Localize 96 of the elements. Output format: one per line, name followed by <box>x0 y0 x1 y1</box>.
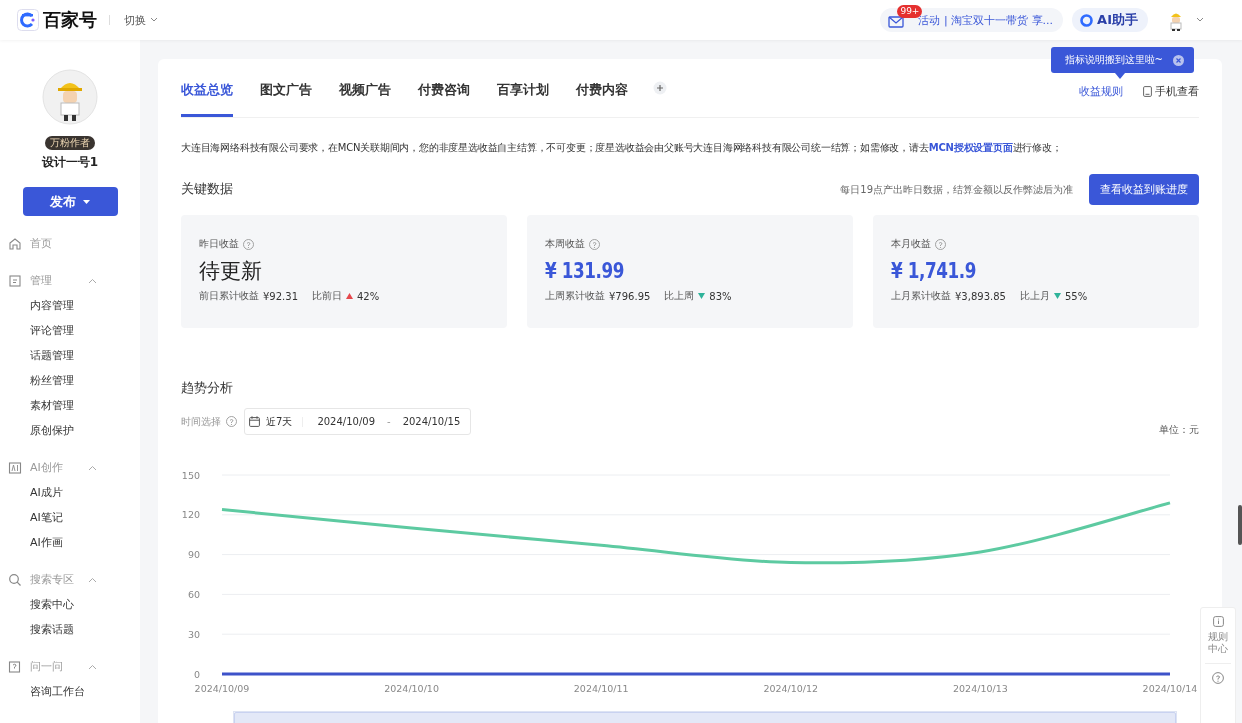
change-value: 83% <box>709 290 732 302</box>
previous-value: ¥3,893.85 <box>955 290 1006 302</box>
axis-label: 150 <box>181 469 200 481</box>
field-label: 时间选择 <box>181 414 221 429</box>
axis-label: 2024/10/11 <box>573 683 629 694</box>
previous-value: ¥92.31 <box>263 290 298 302</box>
tab[interactable]: 百享计划 <box>497 59 549 117</box>
axis-label: 0 <box>193 668 200 680</box>
chevron-down-icon <box>150 17 158 23</box>
calendar-icon <box>249 416 260 427</box>
section-title: 关键数据 <box>181 181 233 198</box>
date-separator: - <box>387 416 391 427</box>
stat-label: 本周收益 <box>545 237 585 251</box>
compare-label: 比前日 <box>312 289 342 303</box>
nav-item[interactable]: 原创保护 <box>0 418 140 443</box>
nav-item[interactable]: 咨询工作台 <box>0 679 140 704</box>
ai-assistant-button[interactable]: AI助手 <box>1072 8 1148 32</box>
nav-item[interactable]: 评论管理 <box>0 318 140 343</box>
compare-label: 比上周 <box>664 289 695 303</box>
previous-label: 上周累计收益 <box>545 289 605 303</box>
nav-item[interactable]: AI笔记 <box>0 505 140 530</box>
change-value: 42% <box>357 290 380 302</box>
author-badge: 万粉作者 <box>45 136 95 150</box>
notice-text: 大连目海网络科技有限公司要求，在MCN关联期间内，您的非度星选收益自主结算，不可变更；度星选收益会由父账号大连目海网络科技有限公司统一结算；如需修改，请去MCN授权设置页面进行修改； <box>181 141 1063 155</box>
nav-item[interactable]: AI成片 <box>0 480 140 505</box>
hint-text: 每日19点产出昨日数据，结算金额以反作弊滤后为准 <box>840 182 1073 197</box>
unit-label: 单位：元 <box>1159 423 1199 437</box>
previous-label: 前日累计收益 <box>199 289 259 303</box>
mail-icon <box>888 15 905 28</box>
scrollbar-thumb[interactable] <box>1238 505 1242 545</box>
nav-item[interactable]: 粉丝管理 <box>0 368 140 393</box>
info-icon <box>1212 616 1224 627</box>
range-preset: 近7天 <box>266 414 293 429</box>
ai-icon <box>8 460 22 475</box>
nav-item[interactable]: 内容管理 <box>0 293 140 318</box>
help-icon <box>589 238 600 250</box>
author-avatar <box>42 69 98 125</box>
stat-label: 昨日收益 <box>199 237 239 251</box>
stat-value: ¥ 131.99 <box>545 257 626 285</box>
axis-label: 2024/10/10 <box>384 683 439 694</box>
home-icon <box>8 236 22 251</box>
rules-center-button[interactable]: 规则中心 <box>1203 616 1233 655</box>
axis-label: 120 <box>181 509 200 521</box>
caret-icon <box>83 199 90 204</box>
nav-item[interactable]: 话题管理 <box>0 343 140 368</box>
help-icon <box>1212 672 1224 684</box>
nav-item[interactable]: AI作画 <box>0 530 140 555</box>
tab[interactable]: 图文广告 <box>260 59 312 117</box>
axis-label: 30 <box>187 628 200 640</box>
mobile-view-button[interactable]: 手机查看 <box>1143 83 1199 99</box>
tab[interactable]: 视频广告 <box>339 59 391 117</box>
add-icon[interactable] <box>653 81 667 95</box>
tab[interactable]: 付费咨询 <box>418 59 470 117</box>
stat-value: 待更新 <box>199 258 263 285</box>
document-icon <box>8 273 22 288</box>
phone-icon <box>1143 85 1152 97</box>
author-name: 设计一号1 <box>41 154 99 171</box>
change-value: 55% <box>1064 290 1088 302</box>
nav-item[interactable]: 搜索话题 <box>0 617 140 642</box>
date-range-picker[interactable]: 近7天 2024/10/09 - 2024/10/15 <box>244 408 472 435</box>
progress-button[interactable]: 查看收益到账进度 <box>1089 174 1199 205</box>
end-date: 2024/10/15 <box>402 416 461 427</box>
axis-label: 2024/10/13 <box>953 683 1008 694</box>
brand-name: 百家号 <box>43 8 97 32</box>
axis-label: 2024/10/09 <box>194 683 250 694</box>
settings-link[interactable]: MCN授权设置页面 <box>928 142 1013 153</box>
previous-label: 上月累计收益 <box>891 289 951 303</box>
nav-item[interactable]: 素材管理 <box>0 393 140 418</box>
axis-label: 60 <box>187 588 200 600</box>
axis-label: 2024/10/12 <box>763 683 819 694</box>
notice-pill[interactable]: 99+ 活动 | 淘宝双十一带货 享... <box>880 8 1064 32</box>
axis-label: 90 <box>187 549 200 561</box>
compare-label: 比上月 <box>1019 289 1050 303</box>
rules-link[interactable]: 收益规则 <box>1079 83 1123 99</box>
stat-label: 本月收益 <box>891 237 931 251</box>
help-icon <box>226 416 237 427</box>
logo-icon <box>17 9 39 31</box>
tooltip-text: 指标说明搬到这里啦~ <box>1064 53 1163 67</box>
help-icon <box>935 238 946 250</box>
previous-value: ¥796.95 <box>609 290 651 302</box>
tab[interactable]: 收益总览 <box>181 59 233 117</box>
start-date: 2024/10/09 <box>317 416 375 427</box>
axis-label: 2024/10/14 <box>1142 683 1197 694</box>
help-icon <box>243 238 254 250</box>
stat-value: ¥ 1,741.9 <box>891 257 978 285</box>
notification-badge: 99+ <box>897 4 923 18</box>
nav-item[interactable]: 搜索中心 <box>0 592 140 617</box>
ring-icon <box>1080 13 1094 27</box>
tab[interactable]: 付费内容 <box>576 59 628 117</box>
chevron-down-icon <box>1196 17 1204 23</box>
publish-button[interactable]: 发布 <box>22 187 118 216</box>
question-box-icon <box>8 659 22 674</box>
switch-button[interactable]: 切换 <box>124 12 158 28</box>
section-title: 趋势分析 <box>181 380 234 397</box>
close-icon[interactable] <box>1173 54 1184 66</box>
search-icon <box>8 572 22 587</box>
